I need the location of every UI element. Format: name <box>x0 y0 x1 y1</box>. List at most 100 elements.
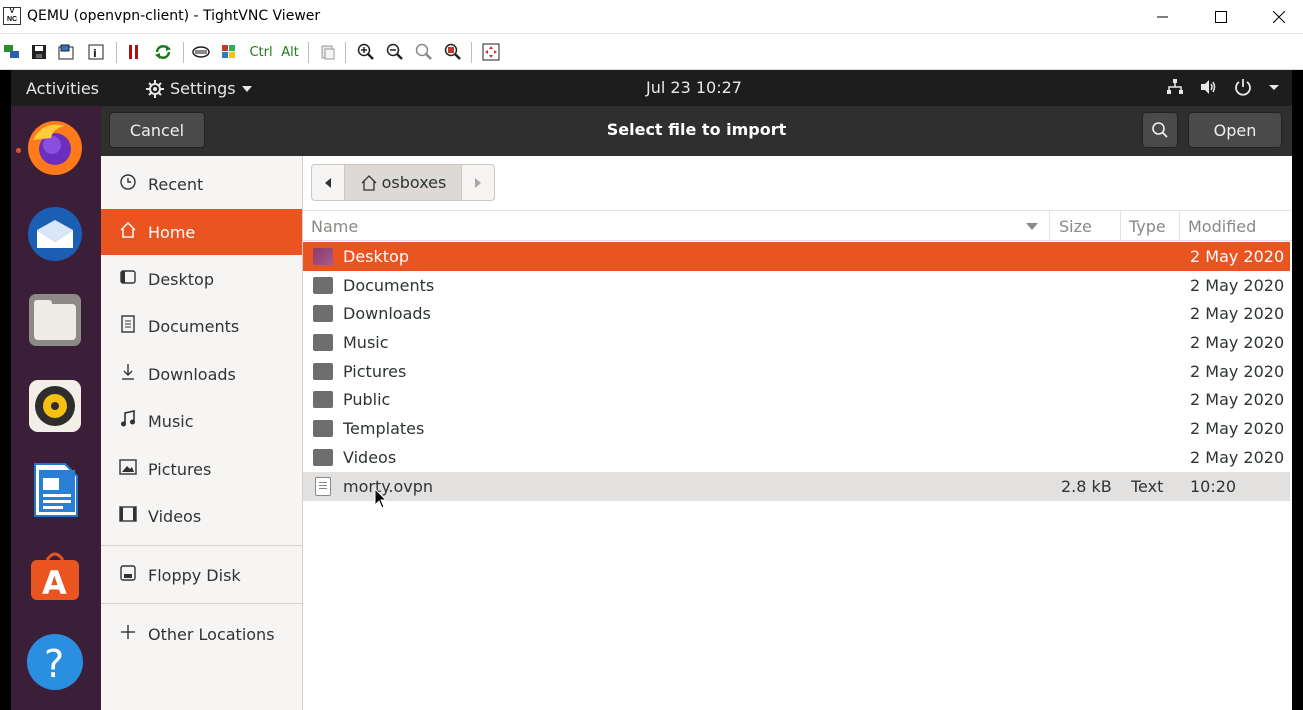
sidebar-item-label: Floppy Disk <box>148 565 241 585</box>
documents-icon <box>118 315 138 337</box>
svg-text:A: A <box>42 564 67 602</box>
close-button[interactable] <box>1256 0 1302 33</box>
sidebar-item-downloads[interactable]: Downloads <box>101 351 302 397</box>
pause-icon[interactable] <box>124 42 144 62</box>
ctrl-alt-del-icon[interactable] <box>191 42 211 62</box>
table-row[interactable]: Downloads 2 May 2020 <box>303 299 1290 328</box>
fullscreen-icon[interactable] <box>481 42 501 62</box>
table-row[interactable]: Pictures 2 May 2020 <box>303 357 1290 386</box>
sidebar-item-recent[interactable]: Recent <box>101 161 302 207</box>
path-crumb-home[interactable]: osboxes <box>344 165 462 200</box>
chevron-left-icon <box>325 177 331 188</box>
clock[interactable]: Jul 23 10:27 <box>646 78 742 97</box>
column-modified-header[interactable]: Modified <box>1188 217 1256 236</box>
activities-button[interactable]: Activities <box>26 79 99 98</box>
downloads-icon <box>118 363 138 385</box>
zoom-fit-icon[interactable] <box>443 42 463 62</box>
svg-text:?: ? <box>44 642 64 686</box>
text-file-icon <box>315 477 331 496</box>
home-icon <box>118 221 138 243</box>
ctrl-key-button[interactable]: Ctrl <box>249 42 272 62</box>
sidebar-divider <box>101 545 302 546</box>
sidebar-item-label: Videos <box>148 506 202 526</box>
column-header: Name Size Type Modified <box>303 210 1292 241</box>
ubuntu-dock: A ? <box>11 106 101 710</box>
music-icon <box>118 410 138 432</box>
network-icon <box>1167 79 1183 94</box>
plus-icon <box>118 623 138 645</box>
options-icon[interactable] <box>57 42 77 62</box>
path-back-button[interactable] <box>312 165 344 200</box>
column-name-header[interactable]: Name <box>311 217 358 236</box>
search-icon <box>1152 122 1168 138</box>
libreoffice-writer-icon[interactable] <box>25 460 85 520</box>
chevron-down-icon <box>1269 85 1279 90</box>
thunderbird-icon[interactable] <box>25 204 85 264</box>
tightvnc-app-icon[interactable]: V NC <box>3 7 21 25</box>
floppy-disk-icon <box>118 564 138 586</box>
minimize-button[interactable] <box>1140 0 1186 33</box>
new-connection-icon[interactable] <box>2 42 22 62</box>
zoom-100-icon[interactable] <box>414 42 434 62</box>
ctrl-esc-icon[interactable] <box>221 42 241 62</box>
sidebar-item-floppy-disk[interactable]: Floppy Disk <box>101 552 302 598</box>
path-forward-button[interactable] <box>462 165 494 200</box>
sidebar-item-pictures[interactable]: Pictures <box>101 446 302 492</box>
maximize-icon <box>1215 10 1227 23</box>
column-type-header[interactable]: Type <box>1129 217 1166 236</box>
help-icon[interactable]: ? <box>25 632 85 692</box>
save-icon[interactable] <box>29 42 49 62</box>
table-row[interactable]: Music 2 May 2020 <box>303 328 1290 357</box>
sidebar-item-videos[interactable]: Videos <box>101 493 302 539</box>
folder-icon <box>313 420 333 437</box>
folder-icon <box>313 391 333 408</box>
files-icon[interactable] <box>25 290 85 350</box>
chevron-right-icon <box>475 177 481 188</box>
sidebar-item-other-locations[interactable]: Other Locations <box>101 611 302 657</box>
folder-icon <box>313 248 333 265</box>
firefox-icon[interactable] <box>25 118 85 178</box>
home-icon <box>361 174 377 191</box>
search-button[interactable] <box>1142 112 1178 148</box>
desktop-icon <box>118 268 138 290</box>
path-bar: osboxes <box>311 164 495 201</box>
open-button[interactable]: Open <box>1188 112 1282 148</box>
zoom-out-icon[interactable] <box>385 42 405 62</box>
sidebar-item-home[interactable]: Home <box>101 209 302 255</box>
table-row[interactable]: Desktop 2 May 2020 <box>303 242 1290 271</box>
info-icon[interactable]: i <box>86 42 106 62</box>
clock-icon <box>118 173 138 195</box>
table-row[interactable]: Documents 2 May 2020 <box>303 271 1290 300</box>
volume-icon <box>1201 80 1216 94</box>
table-row[interactable]: Templates 2 May 2020 <box>303 414 1290 443</box>
alt-key-button[interactable]: Alt <box>280 42 300 62</box>
videos-icon <box>118 505 138 527</box>
vnc-border-left <box>0 70 11 710</box>
sidebar-divider <box>101 603 302 604</box>
maximize-button[interactable] <box>1198 0 1244 33</box>
folder-icon <box>313 334 333 351</box>
sidebar-item-desktop[interactable]: Desktop <box>101 256 302 302</box>
settings-app-menu[interactable]: Settings <box>146 79 252 98</box>
sidebar-item-music[interactable]: Music <box>101 398 302 444</box>
ubuntu-software-icon[interactable]: A <box>25 546 85 606</box>
sidebar-item-label: Desktop <box>148 269 214 289</box>
table-row[interactable]: Videos 2 May 2020 <box>303 443 1290 472</box>
dialog-header-bar: Cancel Select file to import Open <box>101 106 1292 156</box>
zoom-in-icon[interactable] <box>356 42 376 62</box>
system-tray[interactable] <box>1166 78 1280 96</box>
chevron-down-icon <box>241 85 252 92</box>
clipboard-icon[interactable] <box>318 42 338 62</box>
pictures-icon <box>118 458 138 480</box>
refresh-icon[interactable] <box>153 42 173 62</box>
column-size-header[interactable]: Size <box>1059 217 1092 236</box>
sidebar-item-documents[interactable]: Documents <box>101 303 302 349</box>
running-indicator <box>16 148 21 153</box>
table-row[interactable]: morty.ovpn 2.8 kB Text 10:20 <box>303 472 1290 501</box>
rhythmbox-icon[interactable] <box>25 376 85 436</box>
window-title-bar: V NC QEMU (openvpn-client) - TightVNC Vie… <box>0 0 1303 33</box>
power-icon <box>1235 79 1251 96</box>
file-chooser-main: osboxes Name Size Type Modified Desktop … <box>303 156 1292 710</box>
folder-icon <box>313 363 333 380</box>
table-row[interactable]: Public 2 May 2020 <box>303 385 1290 414</box>
